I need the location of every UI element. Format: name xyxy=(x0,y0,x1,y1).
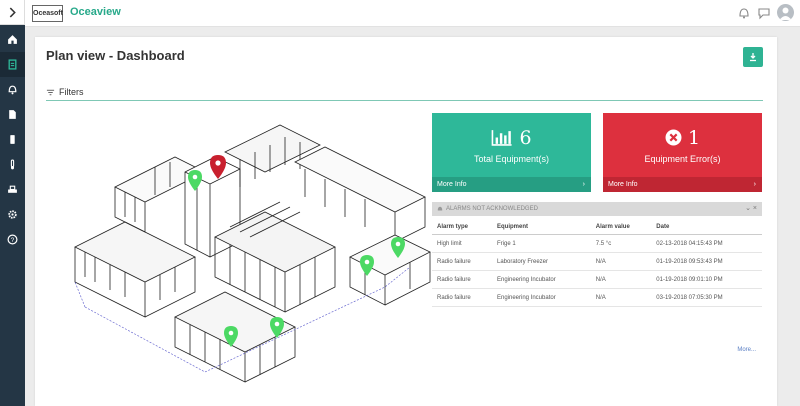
help-icon: ? xyxy=(7,234,18,245)
floorplan-icon xyxy=(8,59,17,70)
table-row[interactable]: Radio failure Engineering Incubator N/A … xyxy=(432,270,762,289)
sidebar-item-sensors[interactable] xyxy=(0,152,25,177)
filter-icon xyxy=(46,89,55,95)
equipment-pin-green[interactable] xyxy=(360,255,374,276)
alarm-value-cell: N/A xyxy=(590,252,652,271)
collapse-icon[interactable]: ⌄ xyxy=(745,205,751,212)
sidebar: ? xyxy=(0,0,25,406)
sidebar-item-home[interactable] xyxy=(0,27,25,52)
column-header-alarm-value: Alarm value xyxy=(590,220,652,235)
table-row[interactable]: Radio failure Engineering Incubator N/A … xyxy=(432,288,762,307)
chevron-right-icon: › xyxy=(753,181,756,188)
equipment-errors-more-info[interactable]: More Info › xyxy=(603,177,762,192)
device-icon xyxy=(10,135,15,144)
page-title: Plan view - Dashboard xyxy=(46,48,185,63)
user-avatar[interactable] xyxy=(777,4,794,21)
alarm-value-cell: N/A xyxy=(590,288,652,307)
equipment-errors-label: Equipment Error(s) xyxy=(644,153,721,164)
sidebar-item-help[interactable]: ? xyxy=(0,227,25,252)
table-row[interactable]: High limit Frige 1 7.5 °c 02-13-2018 04:… xyxy=(432,234,762,253)
thermometer-icon xyxy=(10,159,15,170)
date-cell: 01-19-2018 09:53:43 PM xyxy=(651,252,762,271)
notification-bell-icon[interactable] xyxy=(737,6,751,20)
alarms-panel: ALARMS NOT ACKNOWLEDGED ⌄ × Alarm type E… xyxy=(432,202,762,353)
column-header-date: Date xyxy=(651,220,762,235)
alarms-more-link[interactable]: More... xyxy=(737,347,756,353)
bell-icon xyxy=(8,85,17,95)
alarms-panel-header: ALARMS NOT ACKNOWLEDGED ⌄ × xyxy=(432,202,762,216)
equipment-errors-count: 1 xyxy=(687,126,701,149)
chat-icon[interactable] xyxy=(757,6,771,20)
equipment-cell: Laboratory Freezer xyxy=(491,252,591,271)
sidebar-item-plan-view[interactable] xyxy=(0,52,25,77)
chevron-right-icon: › xyxy=(582,181,585,188)
alarm-type-cell: Radio failure xyxy=(432,270,492,289)
sidebar-item-stations[interactable] xyxy=(0,177,25,202)
close-icon[interactable]: × xyxy=(753,205,757,212)
alarm-icon xyxy=(437,206,443,211)
top-bar-actions xyxy=(737,4,794,21)
equipment-cell: Engineering Incubator xyxy=(491,270,591,289)
equipment-errors-tile: 1 Equipment Error(s) More Info › xyxy=(603,113,762,192)
alarms-table: Alarm type Equipment Alarm value Date Hi… xyxy=(432,220,762,307)
equipment-cell: Frige 1 xyxy=(491,234,591,253)
chevron-right-icon xyxy=(9,7,16,17)
total-equipment-count: 6 xyxy=(519,126,532,149)
alarm-value-cell: 7.5 °c xyxy=(590,234,652,253)
dashboard-card: Plan view - Dashboard Filters 6 Total Eq… xyxy=(35,37,777,406)
alarms-panel-title: ALARMS NOT ACKNOWLEDGED xyxy=(446,206,538,212)
date-cell: 03-19-2018 07:05:30 PM xyxy=(651,288,762,307)
report-icon xyxy=(9,110,16,119)
sidebar-item-settings[interactable] xyxy=(0,202,25,227)
alarm-value-cell: N/A xyxy=(590,270,652,289)
filters-toggle[interactable]: Filters xyxy=(46,87,84,97)
bar-chart-icon xyxy=(492,130,513,146)
sidebar-item-reports[interactable] xyxy=(0,102,25,127)
download-button[interactable] xyxy=(743,47,763,67)
gear-icon xyxy=(8,210,17,219)
home-icon xyxy=(8,35,17,44)
filters-label: Filters xyxy=(59,87,84,97)
column-header-equipment: Equipment xyxy=(491,220,591,235)
sidebar-item-alarms[interactable] xyxy=(0,77,25,102)
total-equipment-tile: 6 Total Equipment(s) More Info › xyxy=(432,113,591,192)
alarm-type-cell: High limit xyxy=(432,234,492,253)
equipment-cell: Engineering Incubator xyxy=(491,288,591,307)
station-icon xyxy=(8,185,17,193)
sidebar-toggle-button[interactable] xyxy=(0,0,25,25)
total-equipment-label: Total Equipment(s) xyxy=(473,153,550,164)
more-info-label: More Info xyxy=(608,181,638,188)
column-header-alarm-type: Alarm type xyxy=(432,220,492,235)
alarm-type-cell: Radio failure xyxy=(432,252,492,271)
alarm-type-cell: Radio failure xyxy=(432,288,492,307)
download-icon xyxy=(750,53,756,62)
oceasoft-logo: Oceasoft xyxy=(32,5,63,22)
total-equipment-more-info[interactable]: More Info › xyxy=(432,177,591,192)
floor-plan xyxy=(74,124,431,383)
table-row[interactable]: Radio failure Laboratory Freezer N/A 01-… xyxy=(432,252,762,271)
top-bar: Oceasoft Oceaview xyxy=(25,0,800,27)
app-name: Oceaview xyxy=(70,6,121,18)
more-info-label: More Info xyxy=(437,181,467,188)
svg-text:?: ? xyxy=(11,237,15,244)
filters-divider xyxy=(46,100,763,101)
date-cell: 02-13-2018 04:15:43 PM xyxy=(651,234,762,253)
error-circle-icon xyxy=(665,129,682,146)
date-cell: 01-19-2018 09:01:10 PM xyxy=(651,270,762,289)
user-icon xyxy=(779,7,792,20)
sidebar-item-devices[interactable] xyxy=(0,127,25,152)
